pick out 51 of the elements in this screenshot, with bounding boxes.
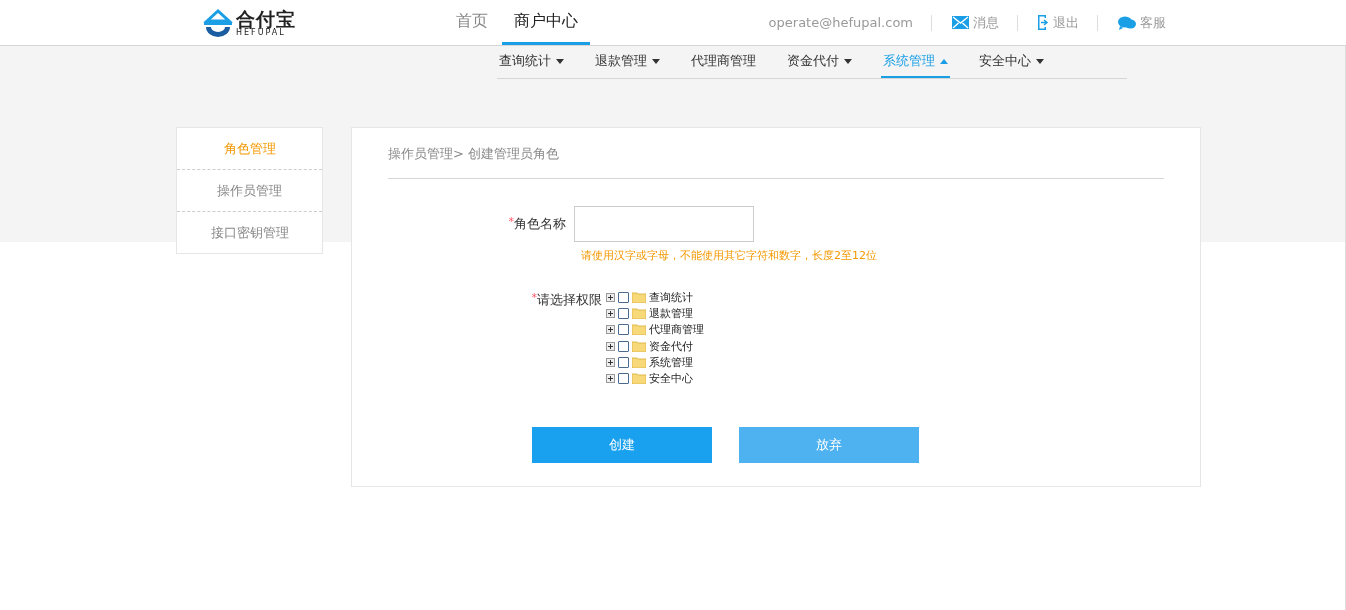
required-mark: * (508, 215, 514, 228)
folder-icon (632, 340, 646, 352)
menu-item[interactable]: 退款管理 (593, 46, 662, 78)
tree-item-label[interactable]: 安全中心 (649, 371, 693, 387)
expand-icon[interactable] (606, 374, 615, 384)
folder-icon (632, 373, 646, 385)
checkbox[interactable] (618, 373, 629, 385)
field-label: 角色名称 (514, 215, 566, 233)
caret-icon (844, 58, 852, 64)
menu-item[interactable]: 查询统计 (497, 46, 566, 78)
tree-item-label[interactable]: 系统管理 (649, 354, 693, 370)
caret-icon (652, 58, 660, 64)
expand-icon[interactable] (606, 341, 615, 351)
expand-icon[interactable] (606, 292, 615, 302)
logo-tagline: HEFUPAL (236, 29, 287, 36)
field-label: 请选择权限 (537, 291, 602, 309)
checkbox[interactable] (618, 356, 629, 368)
caret-icon (1036, 58, 1044, 64)
sidebar-item[interactable]: 接口密钥管理 (177, 211, 322, 253)
logo-text: 合付宝 (236, 9, 296, 29)
input-field[interactable] (574, 206, 754, 242)
expand-icon[interactable] (606, 308, 615, 318)
breadcrumb: 操作员管理> 创建管理员角色 (388, 128, 1164, 179)
checkbox[interactable] (618, 340, 629, 352)
folder-icon (632, 307, 646, 319)
required-mark: * (531, 291, 537, 304)
tree-item-label[interactable]: 资金代付 (649, 338, 693, 354)
folder-icon (632, 356, 646, 368)
caret-icon (940, 58, 948, 64)
account-email: operate@hefupal.com (768, 15, 913, 30)
menu-item[interactable]: 资金代付 (785, 46, 854, 78)
nav-tab[interactable]: 首页 (444, 0, 500, 45)
envelope-icon (952, 16, 969, 29)
tree-item-label[interactable]: 代理商管理 (649, 322, 704, 338)
chat-bubbles-icon (1118, 15, 1136, 30)
sidebar-item[interactable]: 操作员管理 (177, 169, 322, 211)
folder-icon (632, 291, 646, 303)
tree-item-label[interactable]: 退款管理 (649, 305, 693, 321)
checkbox[interactable] (618, 324, 629, 336)
tree-item-label[interactable]: 查询统计 (649, 289, 693, 305)
caret-icon (556, 58, 564, 64)
menu-item[interactable]: 代理商管理 (689, 46, 758, 78)
checkbox[interactable] (618, 291, 629, 303)
menu-item[interactable]: 安全中心 (977, 46, 1046, 78)
expand-icon[interactable] (606, 325, 615, 335)
folder-icon (632, 324, 646, 336)
logo-icon (203, 7, 233, 38)
field-hint: 请使用汉字或字母，不能使用其它字符和数字，长度2至12位 (581, 248, 878, 263)
exit-icon (1038, 15, 1049, 30)
expand-icon[interactable] (606, 357, 615, 367)
checkbox[interactable] (618, 307, 629, 319)
